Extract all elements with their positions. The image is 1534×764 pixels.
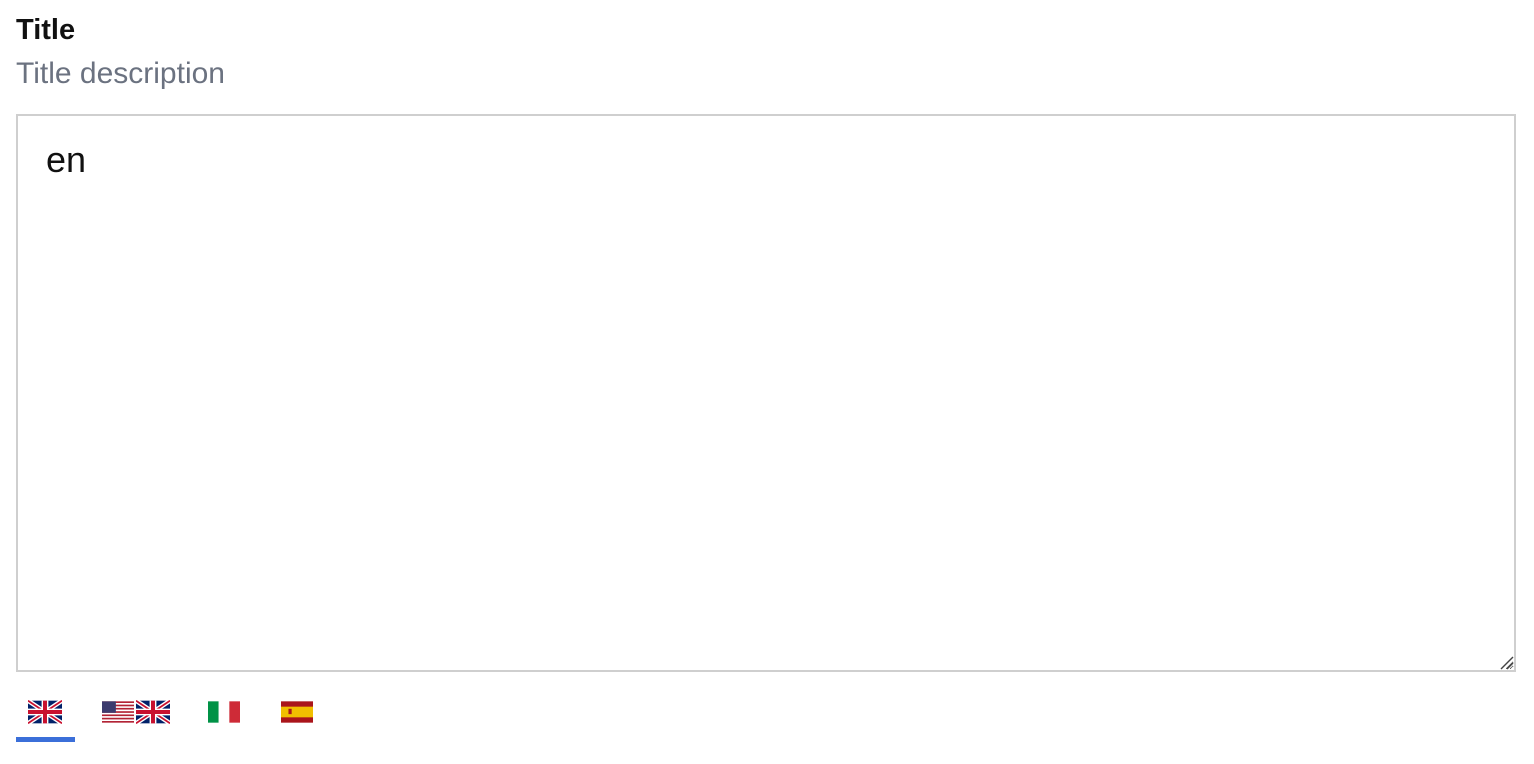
field-title: Title bbox=[16, 14, 76, 46]
tab-language-it[interactable] bbox=[196, 690, 252, 742]
field-description: Title description bbox=[16, 57, 225, 90]
tab-language-en-us[interactable] bbox=[100, 690, 174, 742]
tab-language-en[interactable] bbox=[16, 690, 75, 742]
resize-handle-icon[interactable] bbox=[1498, 654, 1514, 670]
tab-language-es[interactable] bbox=[270, 690, 326, 742]
italy-flag-icon bbox=[208, 701, 240, 723]
title-textarea[interactable] bbox=[16, 114, 1516, 672]
spain-flag-icon bbox=[281, 701, 313, 723]
uk-flag-icon bbox=[136, 700, 170, 724]
us-flag-icon bbox=[102, 701, 134, 723]
uk-flag-icon bbox=[28, 700, 62, 724]
language-tabs bbox=[16, 690, 416, 744]
